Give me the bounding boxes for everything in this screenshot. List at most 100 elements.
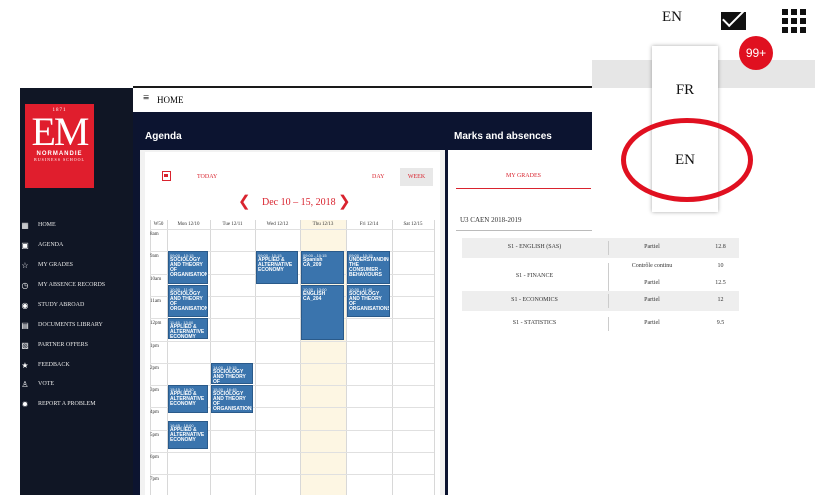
hour-label: 5pm <box>150 432 159 438</box>
calendar-event[interactable]: 09:00 - 10:15 Spanish CA_209 <box>301 251 344 284</box>
grid-line <box>150 220 151 495</box>
hour-label: 12pm <box>150 321 162 327</box>
sidebar-item-study-abroad[interactable]: ◉ STUDY ABROAD <box>20 298 133 312</box>
academic-year: U3 CAEN 2018-2019 <box>460 216 522 224</box>
hour-label: 1pm <box>150 343 159 349</box>
sidebar-item-vote[interactable]: ♙ VOTE <box>20 377 133 391</box>
grade-row: S1 - FINANCE Contrôle continu 10 Partiel… <box>462 260 739 294</box>
grid-line <box>150 340 434 342</box>
next-week-button[interactable]: ❯ <box>338 192 351 211</box>
exam-type: Contrôle continu <box>631 263 673 269</box>
date-range: Dec 10 – 15, 2018 <box>262 197 336 208</box>
prev-week-button[interactable]: ❮ <box>238 192 251 211</box>
divider <box>608 317 609 331</box>
sidebar-item-report-problem[interactable]: ✹ REPORT A PROBLEM <box>20 397 133 411</box>
grid-icon: ▦ <box>21 220 29 230</box>
hour-label: 6pm <box>150 455 159 460</box>
agenda-title: Agenda <box>140 124 445 150</box>
hour-label: 7pm <box>150 477 159 483</box>
grid-line <box>150 474 434 476</box>
sidebar-item-documents-library[interactable]: ▤ DOCUMENTS LIBRARY <box>20 318 133 332</box>
sidebar-item-agenda[interactable]: ▣ AGENDA <box>20 238 133 252</box>
event-title: APPLIED & ALTERNATIVE ECONOMY <box>170 426 205 443</box>
calendar-event[interactable]: 16:45 - 18:00 APPLIED & ALTERNATIVE ECONO… <box>168 420 208 449</box>
language-option-fr[interactable]: FR <box>652 82 718 99</box>
course-name: S1 - ENGLISH (SAS) <box>507 244 562 250</box>
hour-label: 10am <box>150 276 162 282</box>
grid-line <box>434 220 435 495</box>
calendar-event[interactable]: 15:15 - 16:30 APPLIED & ALTERNATIVE ECONO… <box>168 385 208 414</box>
sidebar-item-label: STUDY ABROAD <box>38 302 85 308</box>
calendar-event[interactable]: 11:45 - 13:00 APPLIED & ALTERNATIVE ECONO… <box>168 318 208 340</box>
grid-line <box>150 362 434 364</box>
sidebar-item-home[interactable]: ▦ HOME <box>20 218 133 232</box>
event-title: SOCIOLOGY AND THEORY OF ORGANISATIONS <box>349 290 390 312</box>
hamburger-icon[interactable]: ≡ <box>143 92 149 104</box>
day-header: Mon 12/10 <box>177 222 200 227</box>
week-view-button[interactable]: WEEK <box>400 168 433 186</box>
grid-line <box>150 229 434 230</box>
exam-type: Partiel <box>644 244 660 250</box>
course-name: S1 - ECONOMICS <box>511 297 558 303</box>
sidebar-item-label: PARTNER OFFERS <box>38 342 88 348</box>
event-title: APPLIED & ALTERNATIVE ECONOMY <box>258 257 293 274</box>
sidebar-item-feedback[interactable]: ★ FEEDBACK <box>20 358 133 372</box>
image-icon: ▧ <box>21 340 29 350</box>
grade-row: S1 - ECONOMICS Partiel 12 <box>462 291 739 311</box>
sidebar-item-label: MY ABSENCE RECORDS <box>38 282 106 288</box>
exam-type: Partiel <box>644 280 660 286</box>
day-view-button[interactable]: DAY <box>372 174 384 180</box>
grade-value: 12 <box>717 297 724 303</box>
calendar-event[interactable]: 15:30 - 16:45 SOCIOLOGY AND THEORY OF ORG… <box>211 385 253 414</box>
grade-value: 9.5 <box>716 320 725 326</box>
school-logo[interactable]: 1871 EM NORMANDIE BUSINESS SCHOOL <box>25 104 94 188</box>
event-title: SOCIOLOGY AND THEORY OF ORGANISATIONS <box>213 391 253 413</box>
sidebar-item-label: HOME <box>38 222 56 228</box>
exam-type: Partiel <box>644 297 660 303</box>
sidebar-item-absence-records[interactable]: ◷ MY ABSENCE RECORDS <box>20 278 133 292</box>
calendar-event[interactable]: 10:30 - 13:00 ENGLISH CA_204 <box>301 284 344 340</box>
day-header: Fri 12/14 <box>359 222 379 227</box>
divider <box>608 241 609 255</box>
hour-label: 9am <box>150 254 159 260</box>
divider <box>608 263 609 291</box>
globe-icon: ◉ <box>21 300 29 310</box>
grade-row: S1 - STATISTICS Partiel 9.5 <box>462 314 739 334</box>
sidebar-item-label: MY GRADES <box>38 262 73 268</box>
apps-grid-icon[interactable] <box>782 9 806 33</box>
calendar-event[interactable]: 09:00 - 10:15 SOCIOLOGY AND THEORY OF ORG… <box>168 251 208 284</box>
course-name: S1 - STATISTICS <box>512 320 557 326</box>
chevron-right-icon: ❯ <box>338 194 351 210</box>
grid-line <box>150 452 434 453</box>
event-title: SOCIOLOGY AND THEORY OF ORGANISATIONS <box>213 368 246 385</box>
hour-label: 3pm <box>150 388 159 394</box>
calendar-event[interactable]: 10:30 - 11:45 SOCIOLOGY AND THEORY OF ORG… <box>168 284 208 318</box>
event-title: UNDERSTANDING THE CONSUMER - BEHAVIOURS <box>349 257 390 279</box>
calendar-event[interactable]: 10:30 - 11:45 SOCIOLOGY AND THEORY OF ORG… <box>347 284 390 318</box>
divider <box>608 294 609 308</box>
mail-icon[interactable] <box>721 12 746 30</box>
calendar-icon[interactable] <box>162 171 171 181</box>
sidebar-item-label: AGENDA <box>38 242 64 248</box>
notification-badge: 99+ <box>739 36 773 70</box>
event-title: Spanish CA_209 <box>303 257 323 269</box>
calendar-event[interactable]: 09:00 - 10:15 UNDERSTANDING THE CONSUMER … <box>347 251 390 284</box>
tab-my-grades[interactable]: MY GRADES <box>456 164 591 189</box>
logo-subtitle: BUSINESS SCHOOL <box>34 157 85 162</box>
sidebar-item-partner-offers[interactable]: ▧ PARTNER OFFERS <box>20 338 133 352</box>
calendar-event[interactable]: 09:00 - 10:15 APPLIED & ALTERNATIVE ECONO… <box>256 251 298 284</box>
grade-value: 10 <box>717 263 724 269</box>
hour-label: 8am <box>150 232 159 237</box>
sidebar-item-my-grades[interactable]: ☆ MY GRADES <box>20 258 133 272</box>
language-selector[interactable]: EN <box>662 9 682 26</box>
chevron-left-icon: ❮ <box>238 194 251 210</box>
calendar-event[interactable]: 14:00 - 15:15SOCIOLOGY AND THEORY OF ORG… <box>211 362 253 385</box>
clock-icon: ◷ <box>21 280 29 290</box>
grade-row: S1 - ENGLISH (SAS) Partiel 12.8 <box>462 238 739 258</box>
today-button[interactable]: TODAY <box>197 174 217 180</box>
highlight-circle <box>621 118 753 202</box>
grid-line <box>210 220 211 495</box>
day-header: Wed 12/12 <box>266 222 289 227</box>
course-name: S1 - FINANCE <box>515 273 554 279</box>
person-icon: ♙ <box>21 379 29 389</box>
